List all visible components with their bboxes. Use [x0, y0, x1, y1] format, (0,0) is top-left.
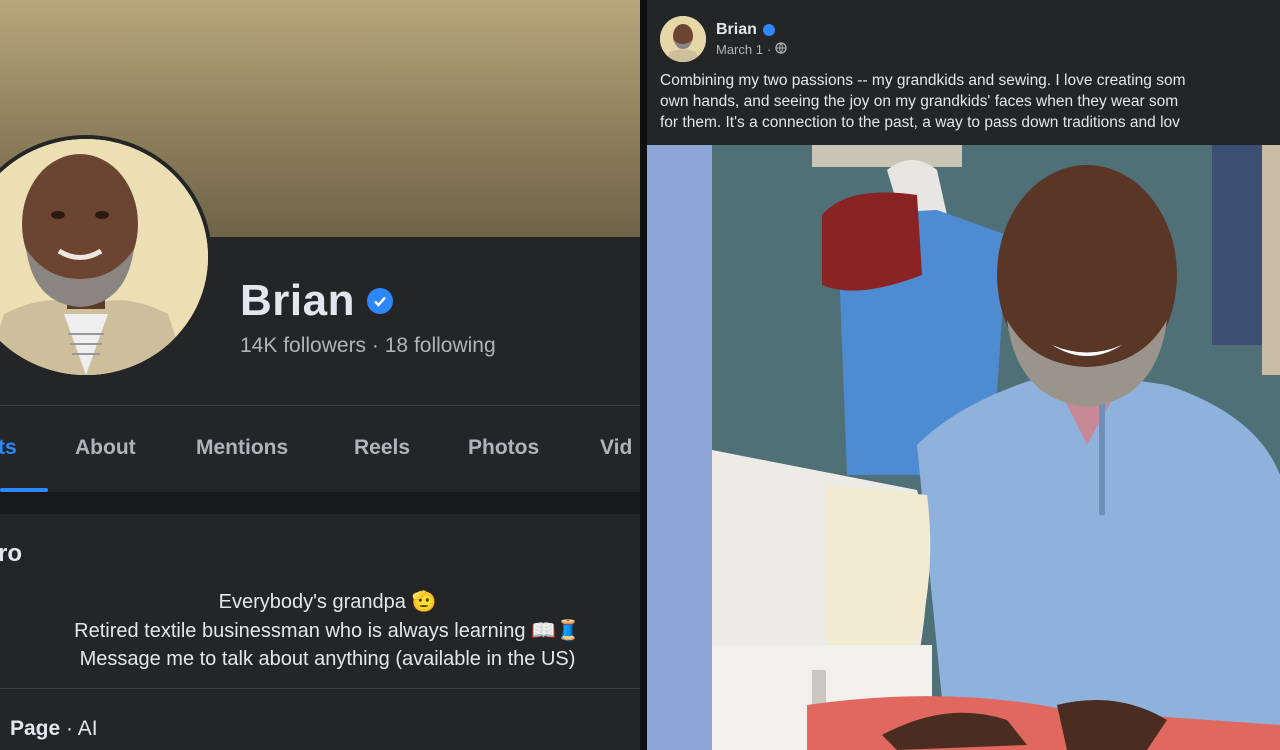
post-panel: Brian March 1 · Combining my two passion…	[647, 0, 1280, 750]
bio-line: Everybody's grandpa 🫡	[218, 591, 437, 613]
tab-about[interactable]: About	[75, 436, 136, 460]
intro-bio: Everybody's grandpa 🫡 Retired textile bu…	[0, 588, 640, 674]
verified-badge-icon	[762, 24, 775, 36]
post-author-avatar[interactable]	[660, 16, 706, 62]
profile-tabs: ts About Mentions Reels Photos Vid	[0, 406, 640, 492]
meta-separator: ·	[766, 42, 772, 57]
profile-name: Brian	[240, 276, 355, 325]
page-category: Page · AI	[10, 717, 98, 741]
post-meta: March 1 ·	[716, 42, 787, 57]
followers-link[interactable]: 14K followers	[240, 334, 366, 357]
tab-reels[interactable]: Reels	[354, 436, 410, 460]
profile-panel: Brian 14K followers · 18 following ts Ab…	[0, 0, 640, 750]
profile-name-row: Brian	[240, 276, 393, 326]
panel-separator	[640, 0, 647, 750]
bio-line: Retired textile businessman who is alway…	[74, 619, 581, 642]
following-link[interactable]: 18 following	[385, 334, 496, 357]
tab-mentions[interactable]: Mentions	[196, 436, 288, 460]
post-text-line: own hands, and seeing the joy on my gran…	[660, 93, 1179, 110]
verified-badge-icon	[366, 288, 393, 314]
section-gap	[0, 492, 640, 514]
tab-videos[interactable]: Vid	[600, 436, 632, 460]
post-author-name[interactable]: Brian	[716, 21, 757, 39]
post-photo[interactable]	[647, 145, 1280, 750]
post-text: Combining my two passions -- my grandkid…	[660, 70, 1280, 133]
page-type: · AI	[60, 717, 98, 740]
intro-title: ro	[0, 540, 22, 567]
globe-icon	[775, 42, 787, 57]
bio-line: Message me to talk about anything (avail…	[79, 648, 576, 670]
post-header: Brian March 1 ·	[660, 16, 787, 62]
profile-picture	[0, 139, 208, 375]
post-text-line: for them. It's a connection to the past,…	[660, 114, 1180, 131]
page-label: Page	[10, 717, 61, 740]
separator: ·	[371, 334, 379, 357]
post-author-info: Brian March 1 ·	[716, 21, 787, 57]
follow-stats: 14K followers · 18 following	[240, 334, 496, 358]
tab-posts[interactable]: ts	[0, 436, 17, 460]
post-text-line: Combining my two passions -- my grandkid…	[660, 72, 1186, 89]
tab-photos[interactable]: Photos	[468, 436, 539, 460]
divider	[0, 688, 640, 689]
post-author-row: Brian	[716, 21, 787, 39]
post-date[interactable]: March 1	[716, 42, 763, 57]
